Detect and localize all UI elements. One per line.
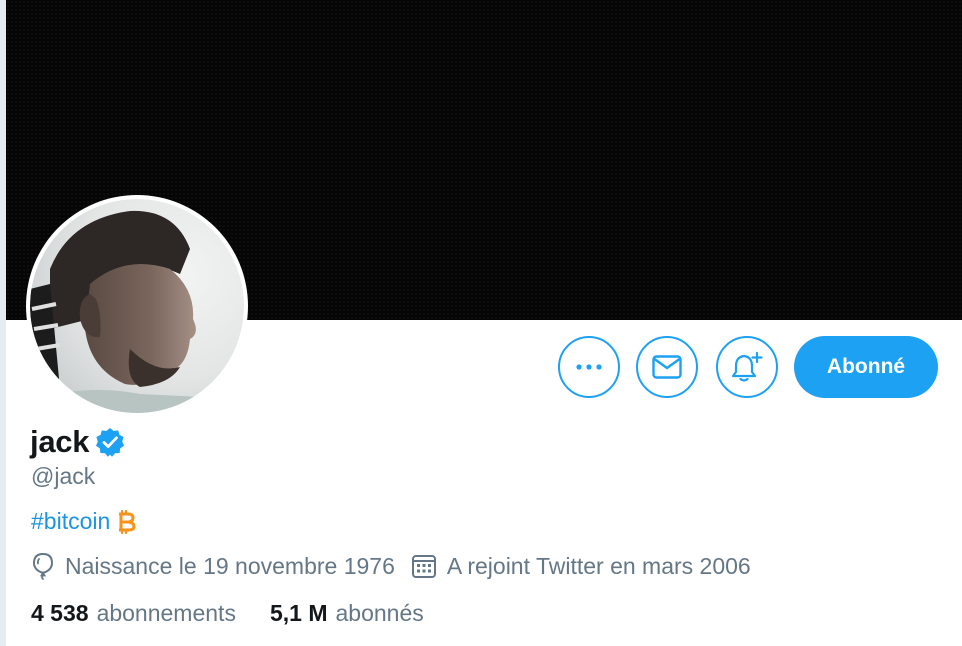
calendar-icon (411, 555, 436, 578)
followers-label: abonnés (335, 600, 424, 626)
join-date-text: A rejoint Twitter en mars 2006 (446, 552, 751, 579)
following-button[interactable]: Abonné (794, 336, 938, 398)
birth-date: Naissance le 19 novembre 1976 (31, 552, 395, 580)
following-count: 4 538 (31, 600, 89, 626)
more-horizontal-icon (576, 364, 602, 370)
notifications-button[interactable] (716, 336, 778, 398)
profile-meta: Naissance le 19 novembre 1976 A rejoint … (31, 552, 751, 580)
following-label: abonnements (96, 600, 236, 626)
profile-name-row: jack (30, 424, 125, 460)
following-button-label: Abonné (826, 355, 906, 378)
profile-stats: 4 538 abonnements 5,1 M abonnés (31, 600, 424, 627)
profile-name: jack (30, 424, 90, 459)
verified-badge-icon (96, 428, 125, 457)
bell-plus-icon (731, 351, 763, 382)
followers-count: 5,1 M (269, 600, 328, 626)
join-date: A rejoint Twitter en mars 2006 (411, 553, 751, 580)
bio-hashtag-link[interactable]: #bitcoin (31, 508, 110, 535)
envelope-icon (652, 355, 682, 379)
profile-bio: #bitcoin (31, 508, 136, 535)
following-link[interactable]: 4 538 abonnements (31, 600, 236, 627)
birth-date-text: Naissance le 19 novembre 1976 (65, 552, 395, 579)
balloon-icon (32, 552, 54, 580)
bitcoin-icon (119, 509, 136, 534)
more-button[interactable] (558, 336, 620, 398)
followers-link[interactable]: 5,1 M abonnés (270, 600, 424, 627)
profile-handle: @jack (31, 463, 96, 489)
profile-actions: Abonné (0, 336, 962, 398)
message-button[interactable] (636, 336, 698, 398)
